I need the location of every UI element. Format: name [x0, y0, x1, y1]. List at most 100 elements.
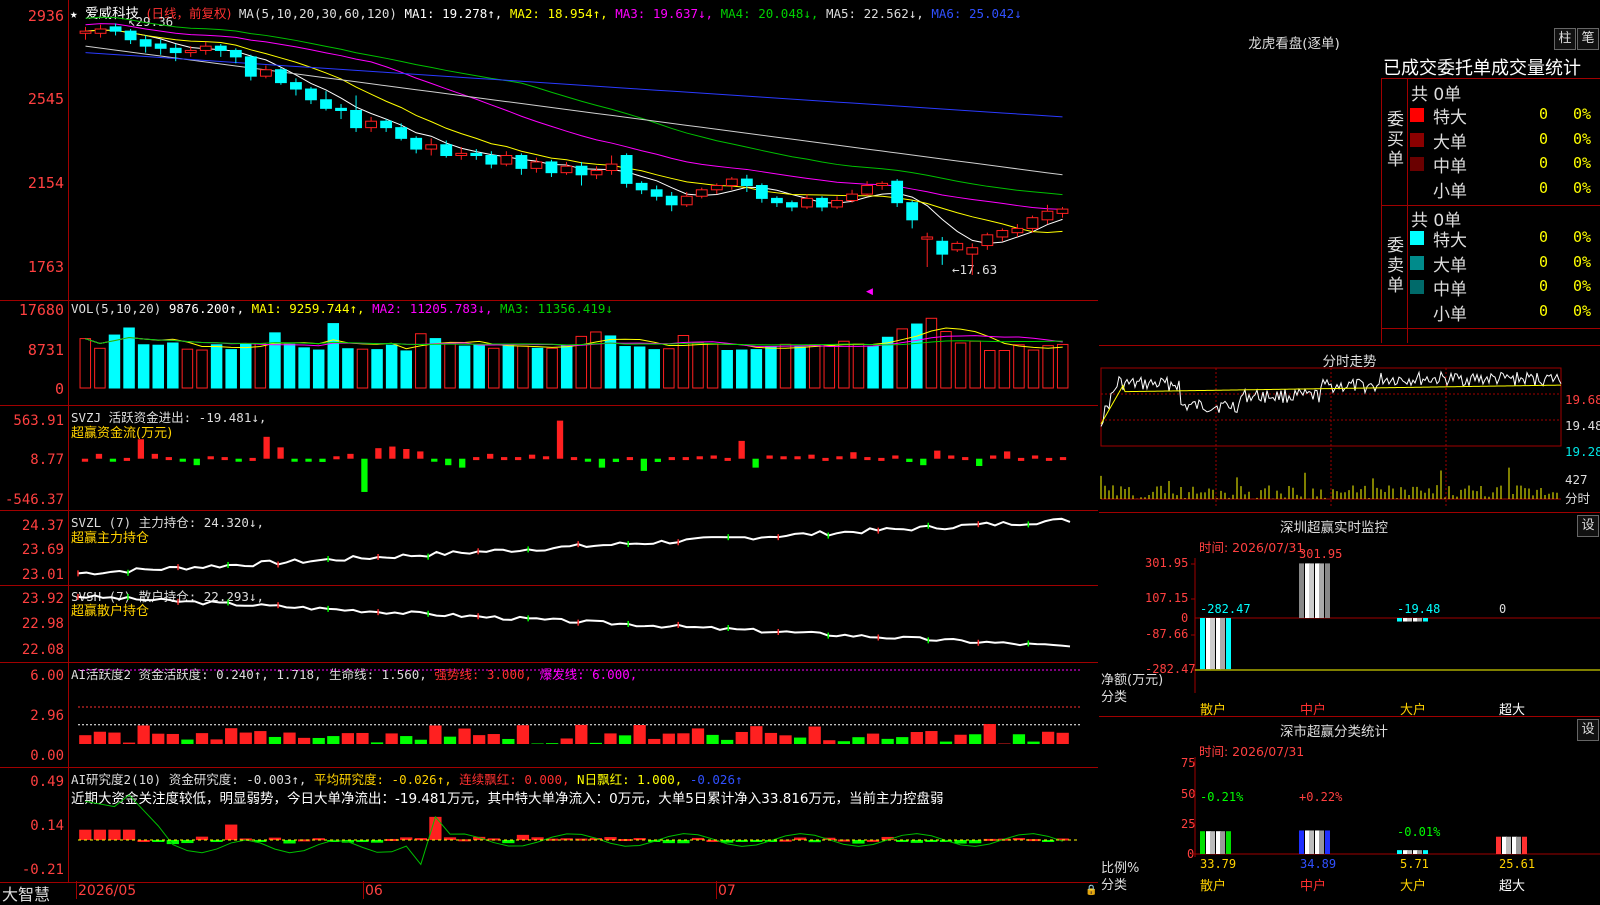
- flow-bar: [683, 457, 689, 460]
- candle-body: [306, 89, 317, 100]
- volume-bar: [955, 343, 966, 388]
- flow-bar: [641, 459, 647, 471]
- activity-bar: [648, 739, 660, 744]
- activity-bars[interactable]: [0, 662, 1098, 767]
- candlestick-chart[interactable]: ◀: [0, 0, 1098, 300]
- activity-bar: [969, 734, 981, 744]
- date-axis: 大智慧 2026/05 06 07 🔒: [0, 882, 1098, 901]
- volume-bar: [503, 346, 514, 388]
- candle-body: [110, 27, 121, 31]
- svsh-panel[interactable]: 23.92 22.98 22.08 SVSH (7) 散户持仓: 22.293↓…: [0, 585, 1098, 663]
- candle-body: [1027, 218, 1038, 229]
- research-bar: [196, 837, 208, 840]
- volume-bar: [970, 341, 981, 388]
- activity-bar: [240, 733, 252, 744]
- volume-bar: [372, 350, 383, 388]
- candle-body: [997, 231, 1008, 237]
- intraday-chart[interactable]: [1099, 346, 1600, 513]
- flow-bar: [711, 455, 717, 458]
- candle-body: [351, 110, 362, 127]
- net-flow-bars[interactable]: [1099, 513, 1600, 713]
- flow-bar: [1032, 455, 1038, 458]
- cursor-marker: ◀: [866, 287, 873, 297]
- fund-flow-bars[interactable]: [0, 405, 1098, 510]
- candle-body: [922, 237, 933, 239]
- flow-bar: [152, 454, 158, 459]
- volume-bar: [211, 345, 222, 388]
- flow-bar: [1060, 457, 1066, 460]
- activity-bar: [692, 728, 704, 744]
- ma2-line: [86, 30, 1063, 232]
- retail-net-bar: [1200, 618, 1231, 669]
- activity-bar: [371, 742, 383, 744]
- flow-bar: [250, 458, 256, 461]
- activity-bar: [123, 743, 135, 744]
- order-pct: 0%: [1573, 105, 1591, 123]
- volume-bar: [912, 324, 923, 388]
- activity-bar: [984, 724, 996, 744]
- svzj-panel[interactable]: 563.91 8.77 -546.37 SVZJ 活跃资金进出: -19.481…: [0, 405, 1098, 511]
- volume-bar: [591, 332, 602, 388]
- candle-body: [862, 186, 873, 195]
- volume-bar: [226, 350, 237, 388]
- price-panel[interactable]: 2936 2545 2154 1763 ★ 爱威科技 (日线，前复权) MA(5…: [0, 0, 1098, 301]
- flow-bar: [138, 439, 144, 458]
- volume-panel[interactable]: 17680 8731 0 VOL(5,10,20) 9876.200↑, MA1…: [0, 300, 1098, 406]
- candle-body: [1057, 209, 1068, 213]
- order-pct: 0%: [1573, 179, 1591, 197]
- research-bar: [167, 840, 179, 844]
- volume-bar: [941, 332, 952, 388]
- order-count: 0: [1539, 105, 1548, 123]
- flow-bar: [976, 459, 982, 466]
- candle-body: [230, 50, 241, 56]
- svzl-panel[interactable]: 24.37 23.69 23.01 SVZL (7) 主力持仓: 24.320↓…: [0, 510, 1098, 586]
- research-bars[interactable]: [0, 767, 1098, 882]
- ratio-bars[interactable]: [1099, 717, 1600, 901]
- activity-bar: [867, 734, 879, 744]
- order-size-label: 小单: [1433, 177, 1467, 202]
- candle-body: [787, 203, 798, 207]
- flow-bar: [808, 455, 814, 459]
- candle-body: [681, 196, 692, 205]
- volume-bar: [109, 335, 120, 388]
- activity-bar: [108, 733, 120, 744]
- flow-bar: [627, 457, 633, 460]
- main-position-line[interactable]: [0, 510, 1098, 585]
- activity-bar: [911, 732, 923, 744]
- flow-bar: [613, 459, 619, 462]
- pen-view-button[interactable]: 笔: [1577, 28, 1599, 50]
- flow-bar: [543, 456, 549, 459]
- ai-activity-panel[interactable]: 6.00 2.96 0.00 AI活跃度2 资金活跃度: 0.240↑, 1.7…: [0, 662, 1098, 768]
- order-pct: 0%: [1573, 302, 1591, 320]
- bar-view-button[interactable]: 柱: [1554, 28, 1576, 50]
- volume-bars[interactable]: [0, 300, 1098, 405]
- volume-bar: [853, 344, 864, 388]
- candle-body: [636, 183, 647, 189]
- candle-body: [651, 190, 662, 196]
- flow-bar: [487, 454, 493, 459]
- retail-position-line[interactable]: [0, 585, 1098, 662]
- volume-bar: [138, 345, 149, 388]
- activity-bar: [619, 735, 631, 744]
- research-bar: [225, 825, 237, 840]
- lock-icon[interactable]: 🔒: [1085, 885, 1097, 896]
- candle-body: [967, 248, 978, 254]
- research-bar: [954, 840, 966, 844]
- activity-bar: [210, 739, 222, 744]
- flow-bar: [752, 459, 758, 468]
- volume-bar: [1043, 346, 1054, 388]
- order-pct: 0%: [1573, 130, 1591, 148]
- intraday-panel[interactable]: 分时走势 19.68 19.48 19.28 427 分时: [1099, 345, 1600, 513]
- candle-body: [321, 100, 332, 109]
- ai-research-panel[interactable]: 0.49 0.14 -0.21 AI研究度2(10) 资金研究度: -0.003…: [0, 767, 1098, 882]
- volume-bar: [182, 349, 193, 388]
- candle-body: [456, 153, 467, 155]
- flow-bar: [850, 452, 856, 458]
- activity-bar: [517, 725, 529, 744]
- candle-body: [817, 198, 828, 207]
- volume-bar: [839, 341, 850, 388]
- volume-bar: [547, 348, 558, 388]
- medium-net-bar: [1299, 563, 1330, 618]
- flow-bar: [501, 457, 507, 460]
- legend-swatch: [1410, 256, 1424, 270]
